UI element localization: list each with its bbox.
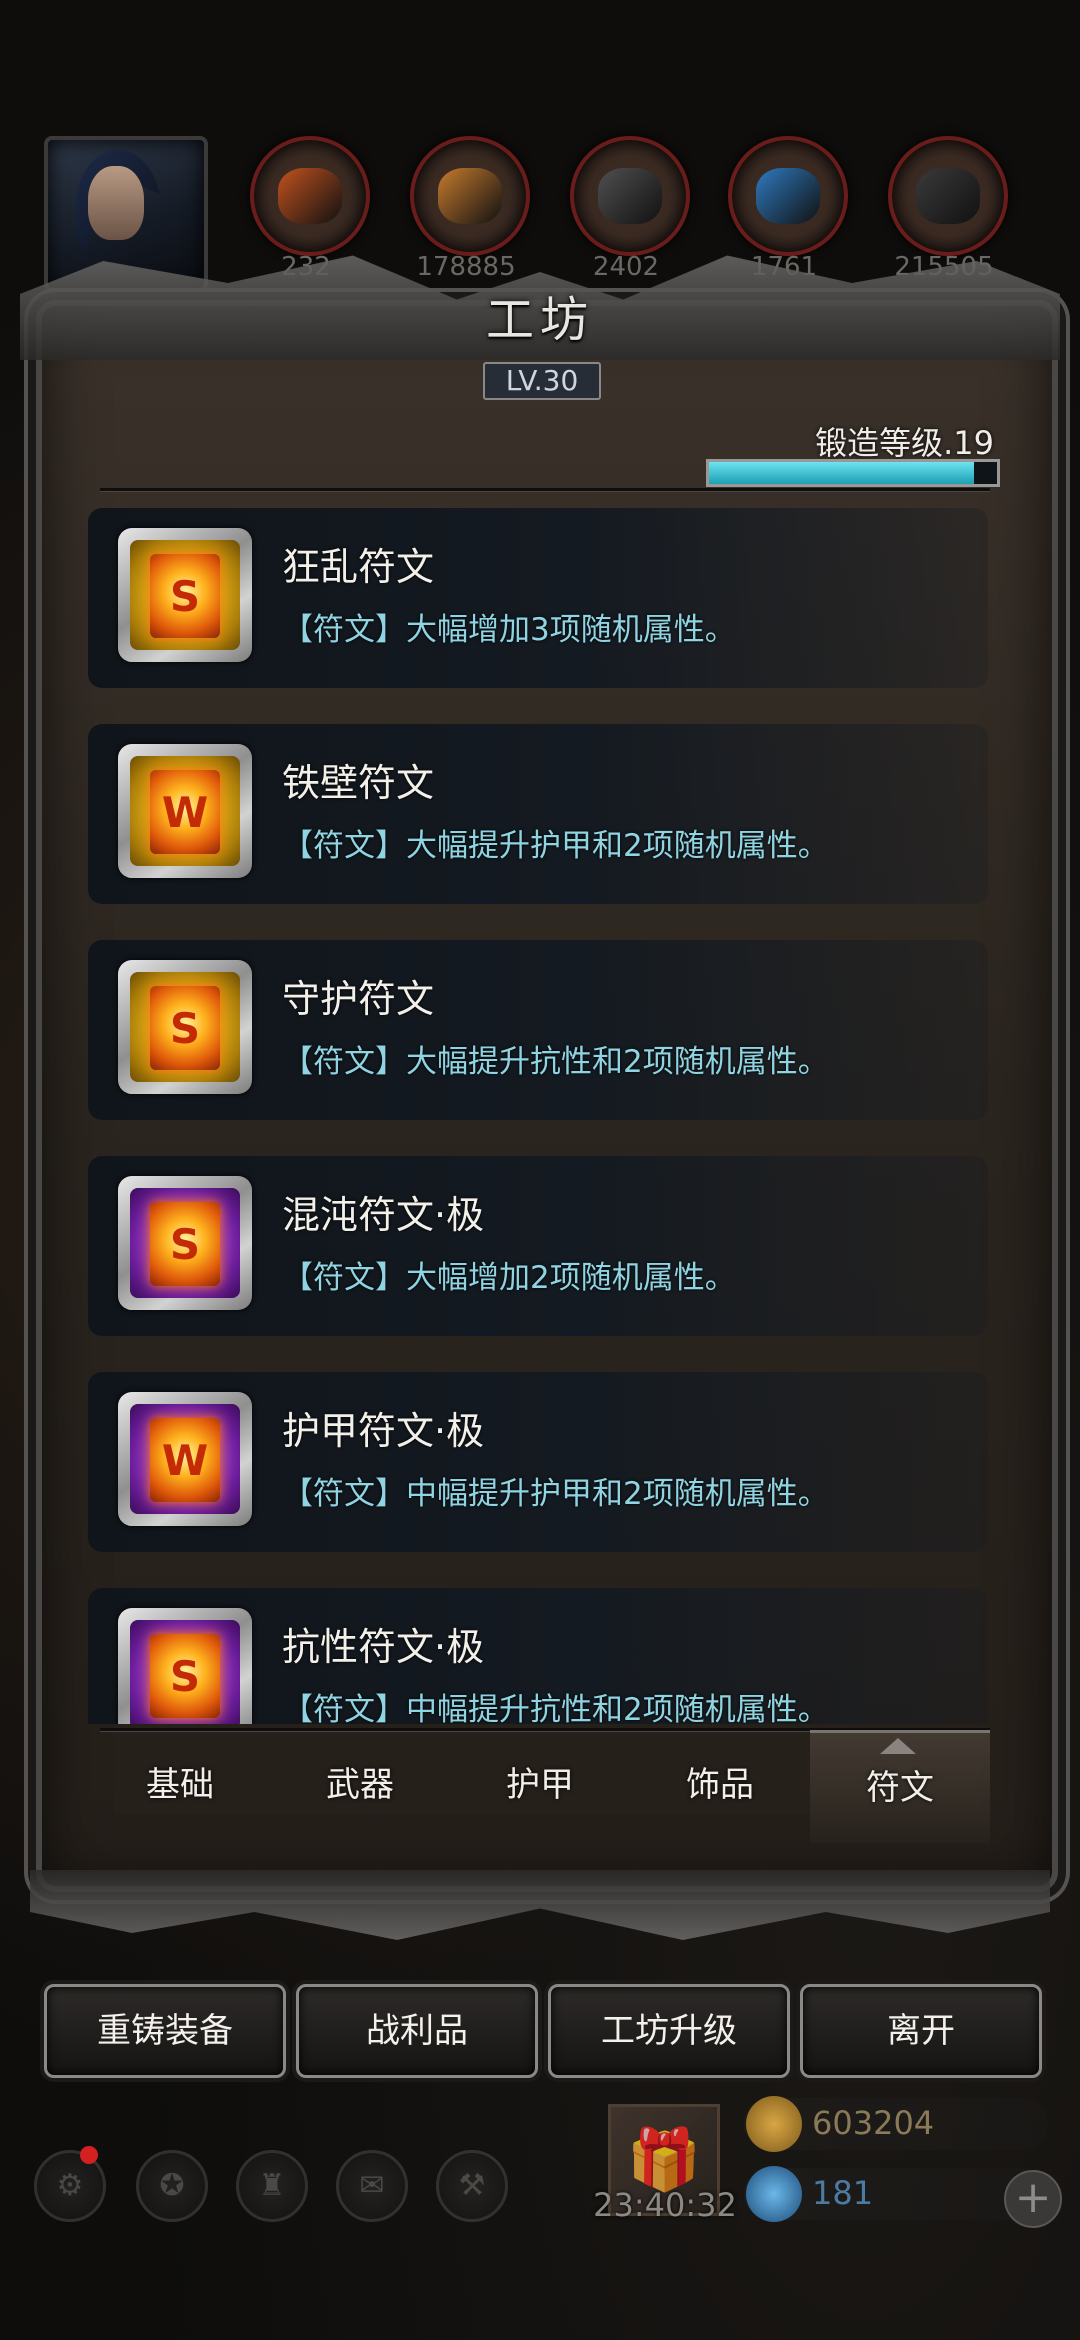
tab-basic[interactable]: 基础 [90,1730,270,1840]
list-item[interactable]: S 抗性符文·极 【符文】中幅提升抗性和2项随机属性。 [88,1588,988,1724]
rune-item-icon: S [118,960,252,1094]
rune-item-icon: S [118,1176,252,1310]
item-name: 铁壁符文 [282,761,435,805]
rune-glyph-icon: S [150,554,220,638]
notification-dot [80,2146,98,2164]
add-gems-plus-icon[interactable]: + [1004,2170,1062,2228]
item-name: 狂乱符文 [282,545,435,589]
loot-button[interactable]: 战利品 [296,1984,538,2078]
item-description: 【符文】中幅提升抗性和2项随机属性。 [282,1692,829,1724]
resource-wood-planks-icon[interactable] [410,136,530,256]
item-description: 【符文】大幅增加2项随机属性。 [282,1260,736,1296]
rune-item-icon: S [118,1608,252,1724]
resource-blue-crystal-icon[interactable] [728,136,848,256]
tab-weapons[interactable]: 武器 [270,1730,450,1840]
rune-glyph-icon: W [150,770,220,854]
rune-glyph-icon: W [150,1418,220,1502]
rune-recipe-list[interactable]: S 狂乱符文 【符文】大幅增加3项随机属性。 W 铁壁符文 【符文】大幅提升护甲… [88,508,988,1724]
list-item[interactable]: S 守护符文 【符文】大幅提升抗性和2项随机属性。 [88,940,988,1120]
workshop-level-badge: LV.30 [483,362,601,400]
rune-item-icon: W [118,744,252,878]
dark-iron-icon [916,168,980,224]
leave-button[interactable]: 离开 [800,1984,1042,2078]
list-item[interactable]: W 护甲符文·极 【符文】中幅提升护甲和2项随机属性。 [88,1372,988,1552]
resource-copper-ore-icon[interactable] [250,136,370,256]
blue-crystal-icon [756,168,820,224]
forge-progress-fill [709,462,974,484]
item-description: 【符文】大幅增加3项随机属性。 [282,612,736,648]
iron-ingot-icon [598,168,662,224]
workshop-upgrade-button[interactable]: 工坊升级 [548,1984,790,2078]
wood-planks-icon [438,168,502,224]
mail-icon[interactable]: ✉ [336,2150,408,2222]
item-name: 混沌符文·极 [282,1193,485,1237]
item-name: 守护符文 [282,977,435,1021]
rune-item-icon: S [118,528,252,662]
resource-iron-ingot-count: 2402 [592,252,660,282]
gold-coin-icon [746,2096,802,2152]
tab-armor[interactable]: 护甲 [450,1730,630,1840]
forge-level-label: 锻造等级.19 [815,424,994,462]
gem-icon [746,2166,802,2222]
item-description: 【符文】大幅提升抗性和2项随机属性。 [282,1044,829,1080]
castle-icon[interactable]: ♜ [236,2150,308,2222]
resource-dark-iron-icon[interactable] [888,136,1008,256]
forge-progress-bar [706,459,1000,487]
tab-accessories[interactable]: 饰品 [630,1730,810,1840]
list-item[interactable]: S 混沌符文·极 【符文】大幅增加2项随机属性。 [88,1156,988,1336]
panel-title: 工坊 [485,292,594,348]
active-tab-caret-icon [880,1738,916,1754]
rune-item-icon: W [118,1392,252,1526]
gold-currency: 603204 [744,2096,1048,2152]
gold-amount: 603204 [812,2104,935,2142]
gift-timer: 23:40:32 [593,2186,737,2224]
shop-icon[interactable]: ⚒ [436,2150,508,2222]
achievements-icon[interactable]: ✪ [136,2150,208,2222]
gem-currency: 181 [744,2166,1048,2222]
item-description: 【符文】中幅提升护甲和2项随机属性。 [282,1476,829,1512]
list-item[interactable]: S 狂乱符文 【符文】大幅增加3项随机属性。 [88,508,988,688]
rune-glyph-icon: S [150,1634,220,1718]
copper-ore-icon [278,168,342,224]
category-tab-bar: 基础 武器 护甲 饰品 符文 [90,1730,990,1843]
rune-glyph-icon: S [150,986,220,1070]
item-name: 护甲符文·极 [282,1409,485,1453]
reforge-equipment-button[interactable]: 重铸装备 [44,1984,286,2078]
divider [100,488,990,491]
resource-iron-ingot-icon[interactable] [570,136,690,256]
item-name: 抗性符文·极 [282,1625,485,1669]
rune-glyph-icon: S [150,1202,220,1286]
resource-wood-planks-count: 178885 [416,252,516,282]
avatar-face [88,166,144,240]
gem-amount: 181 [812,2174,874,2212]
item-description: 【符文】大幅提升护甲和2项随机属性。 [282,828,829,864]
list-item[interactable]: W 铁壁符文 【符文】大幅提升护甲和2项随机属性。 [88,724,988,904]
